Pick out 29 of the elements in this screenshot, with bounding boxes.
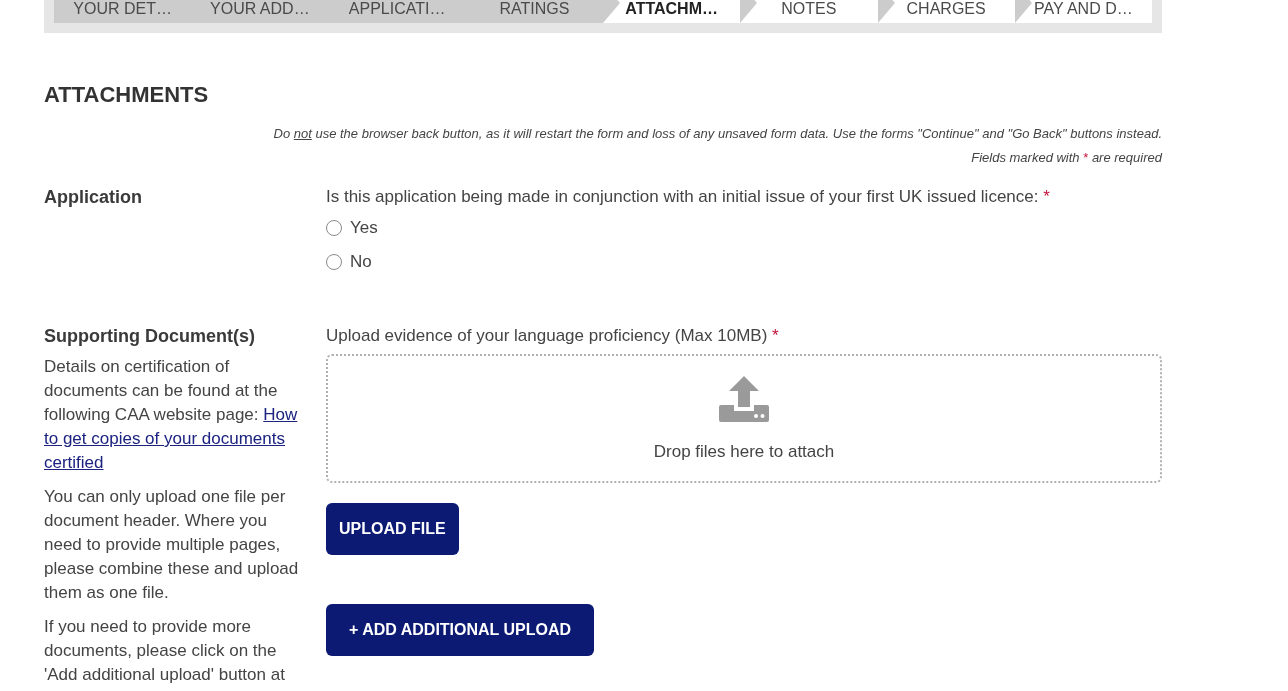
- step-tab[interactable]: YOUR ADD…: [191, 0, 329, 23]
- step-tab[interactable]: CHARGES: [877, 0, 1015, 23]
- section-heading: Supporting Document(s): [44, 325, 255, 348]
- file-drop-zone[interactable]: Drop files here to attach: [326, 354, 1162, 483]
- step-tab[interactable]: APPLICATI…: [328, 0, 466, 23]
- radio-label[interactable]: Yes: [350, 218, 378, 238]
- step-tab[interactable]: NOTES: [740, 0, 878, 23]
- radio-label[interactable]: No: [350, 252, 372, 272]
- question-label: Is this application being made in conjunction with an initial issue of your first UK issued licence: *: [326, 186, 1050, 208]
- documents-link[interactable]: certified: [44, 453, 104, 472]
- drop-zone-text: Drop files here to attach: [653, 441, 835, 463]
- step-tab[interactable]: PAY AND D…: [1014, 0, 1152, 23]
- radio-button[interactable]: [326, 220, 342, 236]
- step-tab[interactable]: ATTACHM…: [603, 0, 741, 23]
- add-upload-button[interactable]: + ADD ADDITIONAL UPLOAD: [326, 604, 595, 656]
- documents-link[interactable]: How: [263, 405, 298, 424]
- required-fields-note: Fields marked with * are required: [971, 149, 1162, 167]
- info-paragraph: You can only upload one file per document header. Where you need to provide multiple pages, please combine these and upload them as one file.: [44, 486, 300, 604]
- section-heading: Application: [44, 186, 142, 209]
- upload-file-button[interactable]: UPLOAD FILE: [326, 503, 459, 555]
- info-paragraph: If you need to provide more documents, please click on the 'Add additional upload' button at: [44, 616, 286, 686]
- info-paragraph: Details on certification of documents can be found at the following CAA website page: How to get copies of your documents certified: [44, 356, 299, 474]
- back-button-warning: Do not use the browser back button, as it will restart the form and loss of any unsaved form data. Use the forms "Continue" and "Go Back" buttons instead.: [273, 125, 1162, 143]
- page-title: ATTACHMENTS: [44, 81, 209, 109]
- radio-button[interactable]: [326, 254, 342, 270]
- upload-icon: [719, 376, 769, 422]
- documents-link[interactable]: to get copies of your documents: [44, 429, 285, 448]
- upload-label: Upload evidence of your language proficiency (Max 10MB) *: [326, 325, 779, 347]
- step-tab[interactable]: YOUR DET…: [54, 0, 192, 23]
